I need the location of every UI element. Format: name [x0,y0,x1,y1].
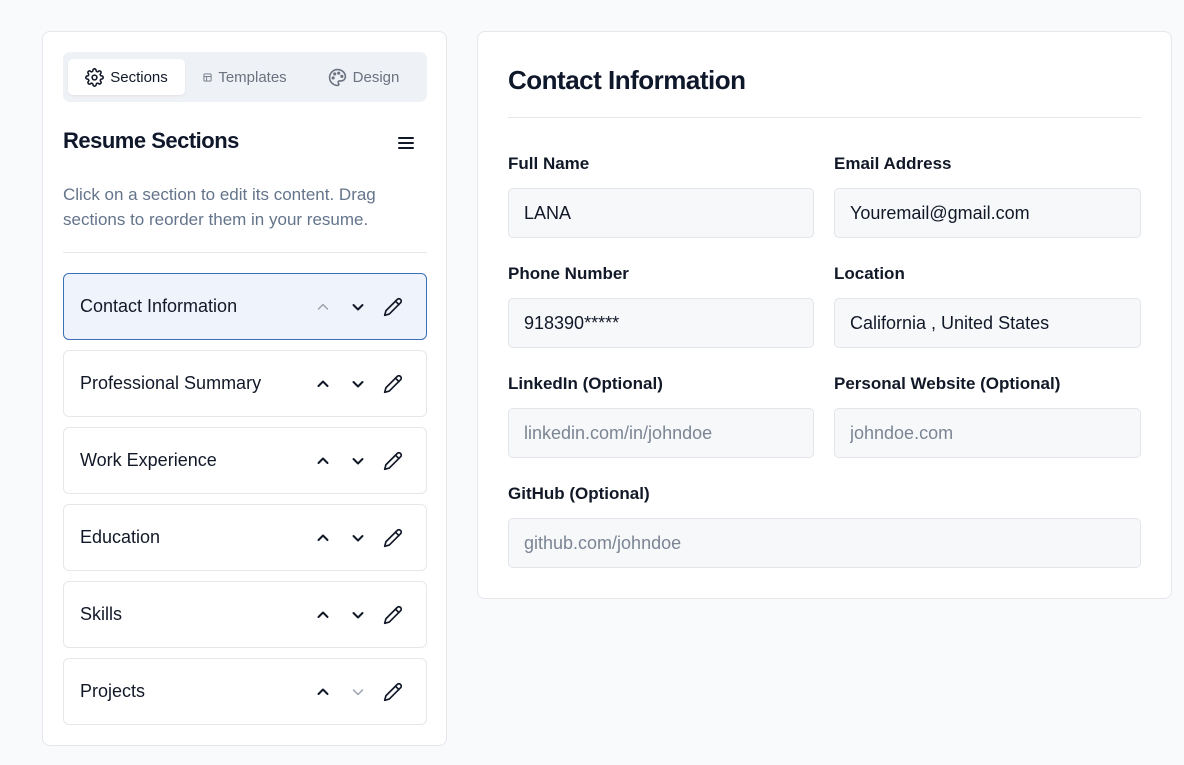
linkedin-input[interactable] [508,408,814,458]
github-label: GitHub (Optional) [508,484,650,503]
help-text: Click on a section to edit its content. … [63,185,376,229]
tab-sections-label: Sections [110,68,168,86]
email-input[interactable] [834,188,1141,238]
sections-title: Resume Sections [63,128,239,153]
tab-templates[interactable]: Templates [185,59,305,95]
full-name-label: Full Name [508,154,590,173]
tab-bar: Sections Templates Design [63,52,427,102]
palette-icon [328,68,347,87]
gear-icon [85,67,105,87]
form-title: Contact Information [508,65,746,95]
chevron-down-icon[interactable] [347,604,369,626]
chevron-down-icon[interactable] [347,450,369,472]
contact-form-panel: Contact Information Full Name Email Addr… [477,31,1172,599]
pencil-icon[interactable] [382,296,404,318]
sections-panel: Sections Templates Design Resume Section… [42,31,447,746]
tab-design[interactable]: Design [305,59,422,95]
chevron-up-icon[interactable] [312,373,334,395]
section-list: Contact Information Professional Summary [63,273,427,735]
divider [63,252,427,253]
section-item-professional-summary[interactable]: Professional Summary [63,350,427,417]
menu-icon[interactable] [395,132,417,154]
pencil-icon[interactable] [382,604,404,626]
chevron-down-icon[interactable] [347,373,369,395]
chevron-down-icon[interactable] [347,527,369,549]
website-label: Personal Website (Optional) [834,374,1061,393]
divider [508,117,1141,118]
template-icon [203,72,212,82]
chevron-up-icon[interactable] [312,527,334,549]
pencil-icon[interactable] [382,450,404,472]
email-label: Email Address [834,154,952,173]
chevron-down-icon[interactable] [347,296,369,318]
section-item-education[interactable]: Education [63,504,427,571]
chevron-down-icon[interactable] [347,681,369,703]
section-item-contact-information[interactable]: Contact Information [63,273,427,340]
tab-templates-label: Templates [218,68,287,86]
section-item-projects[interactable]: Projects [63,658,427,725]
section-label: Professional Summary [80,373,262,393]
pencil-icon[interactable] [382,373,404,395]
section-label: Projects [80,681,146,701]
chevron-up-icon[interactable] [312,450,334,472]
section-item-skills[interactable]: Skills [63,581,427,648]
website-input[interactable] [834,408,1141,458]
resume-builder: Sections Templates Design Resume Section… [0,0,1184,765]
tab-design-label: Design [352,68,400,86]
section-item-work-experience[interactable]: Work Experience [63,427,427,494]
chevron-up-icon[interactable] [312,681,334,703]
section-label: Education [80,527,161,547]
chevron-up-icon[interactable] [312,604,334,626]
tab-sections[interactable]: Sections [68,59,185,95]
pencil-icon[interactable] [382,681,404,703]
github-input[interactable] [508,518,1141,568]
location-label: Location [834,264,905,283]
phone-input[interactable] [508,298,814,348]
full-name-input[interactable] [508,188,814,238]
section-label: Contact Information [80,296,238,316]
linkedin-label: LinkedIn (Optional) [508,374,663,393]
chevron-up-icon[interactable] [312,296,334,318]
section-label: Work Experience [80,450,217,470]
phone-label: Phone Number [508,264,629,283]
pencil-icon[interactable] [382,527,404,549]
section-label: Skills [80,604,123,624]
location-input[interactable] [834,298,1141,348]
